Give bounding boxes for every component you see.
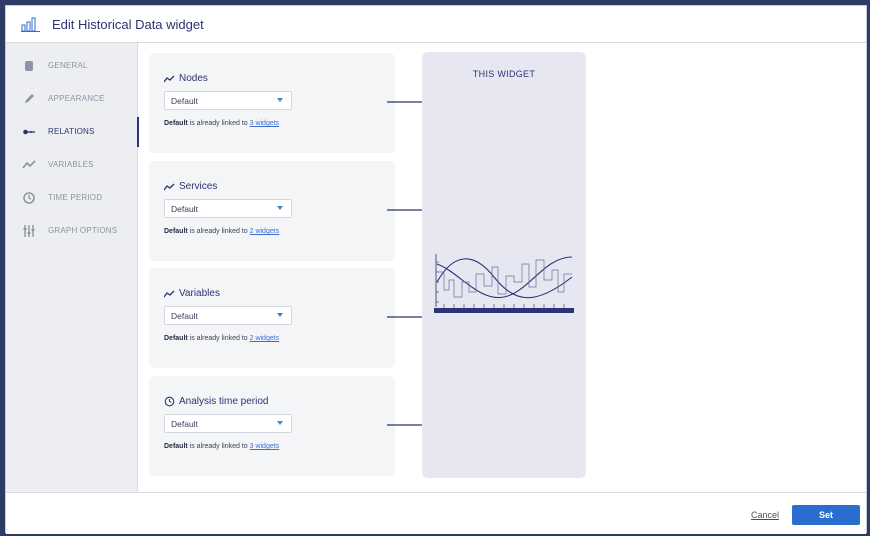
linked-text: is already linked to [187, 335, 250, 342]
trend-line-icon [22, 160, 36, 169]
chevron-down-icon [277, 313, 283, 317]
select-value: Default [171, 419, 198, 429]
linked-widgets-link[interactable]: 2 widgets [250, 228, 280, 235]
trend-line-icon [164, 183, 175, 190]
chevron-down-icon [277, 98, 283, 102]
card-title: Variables [164, 288, 220, 299]
time-period-relation-card: Analysis time period Default Default is … [149, 376, 395, 476]
pencil-icon [25, 94, 34, 103]
set-button[interactable]: Set [792, 505, 860, 525]
card-title: Services [164, 181, 217, 192]
select-value: Default [171, 204, 198, 214]
relations-icon [23, 129, 35, 135]
linked-widgets-link[interactable]: 3 widgets [250, 120, 280, 127]
linked-text: is already linked to [187, 120, 250, 127]
select-value: Default [171, 311, 198, 321]
linked-text: is already linked to [187, 228, 250, 235]
card-title: Analysis time period [164, 396, 268, 407]
this-widget-panel: THIS WIDGET [422, 52, 586, 478]
variables-select[interactable]: Default [164, 306, 292, 325]
chevron-down-icon [277, 206, 283, 210]
select-value: Default [171, 96, 198, 106]
sidebar-item-relations[interactable]: RELATIONS [6, 117, 139, 147]
trend-line-icon [164, 290, 175, 297]
time-period-select[interactable]: Default [164, 414, 292, 433]
sidebar-item-label: TIME PERIOD [48, 193, 103, 202]
sidebar-item-variables[interactable]: VARIABLES [6, 150, 138, 180]
linked-default: Default [164, 335, 188, 342]
linked-widgets-link[interactable]: 3 widgets [250, 443, 280, 450]
sidebar-item-label: GENERAL [48, 61, 88, 70]
linked-default: Default [164, 228, 188, 235]
chevron-down-icon [277, 421, 283, 425]
linked-default: Default [164, 120, 188, 127]
sidebar-item-label: VARIABLES [48, 160, 94, 169]
services-select[interactable]: Default [164, 199, 292, 218]
clock-icon [164, 396, 175, 407]
sidebar-item-label: GRAPH OPTIONS [48, 226, 118, 235]
nodes-select[interactable]: Default [164, 91, 292, 110]
dialog-title: Edit Historical Data widget [52, 17, 204, 32]
linked-info: Default is already linked to 3 widgets [164, 443, 279, 450]
card-title-text: Variables [179, 288, 220, 299]
card-title: Nodes [164, 73, 208, 84]
cancel-button[interactable]: Cancel [751, 510, 779, 520]
trend-line-icon [164, 75, 175, 82]
linked-info: Default is already linked to 3 widgets [164, 120, 279, 127]
bar-chart-icon [21, 17, 40, 32]
card-title-text: Services [179, 181, 218, 192]
linked-info: Default is already linked to 2 widgets [164, 335, 279, 342]
card-title-text: Analysis time period [179, 396, 269, 407]
sidebar-item-time-period[interactable]: TIME PERIOD [6, 183, 138, 213]
linked-info: Default is already linked to 2 widgets [164, 228, 279, 235]
sliders-icon [23, 225, 35, 237]
sidebar-item-appearance[interactable]: APPEARANCE [6, 84, 138, 114]
linked-widgets-link[interactable]: 2 widgets [250, 335, 280, 342]
sidebar-item-label: APPEARANCE [48, 94, 105, 103]
clock-icon [23, 192, 35, 204]
services-relation-card: Services Default Default is already link… [149, 161, 395, 261]
dialog-header: Edit Historical Data widget [6, 6, 866, 43]
sidebar: GENERAL APPEARANCE RELATIONS VARIABLES T… [6, 43, 139, 492]
panel-title: THIS WIDGET [472, 69, 536, 79]
variables-relation-card: Variables Default Default is already lin… [149, 268, 395, 368]
sidebar-item-graph-options[interactable]: GRAPH OPTIONS [6, 216, 138, 246]
sidebar-item-general[interactable]: GENERAL [6, 51, 138, 81]
linked-text: is already linked to [187, 443, 250, 450]
linked-default: Default [164, 443, 188, 450]
sidebar-item-label: RELATIONS [48, 127, 95, 136]
dialog-footer: Cancel Set [6, 492, 866, 534]
card-title-text: Nodes [179, 73, 208, 84]
database-icon [25, 61, 33, 71]
edit-widget-dialog: Edit Historical Data widget GENERAL APPE… [5, 5, 867, 534]
widget-chart-thumbnail [434, 254, 574, 313]
nodes-relation-card: Nodes Default Default is already linked … [149, 53, 395, 153]
